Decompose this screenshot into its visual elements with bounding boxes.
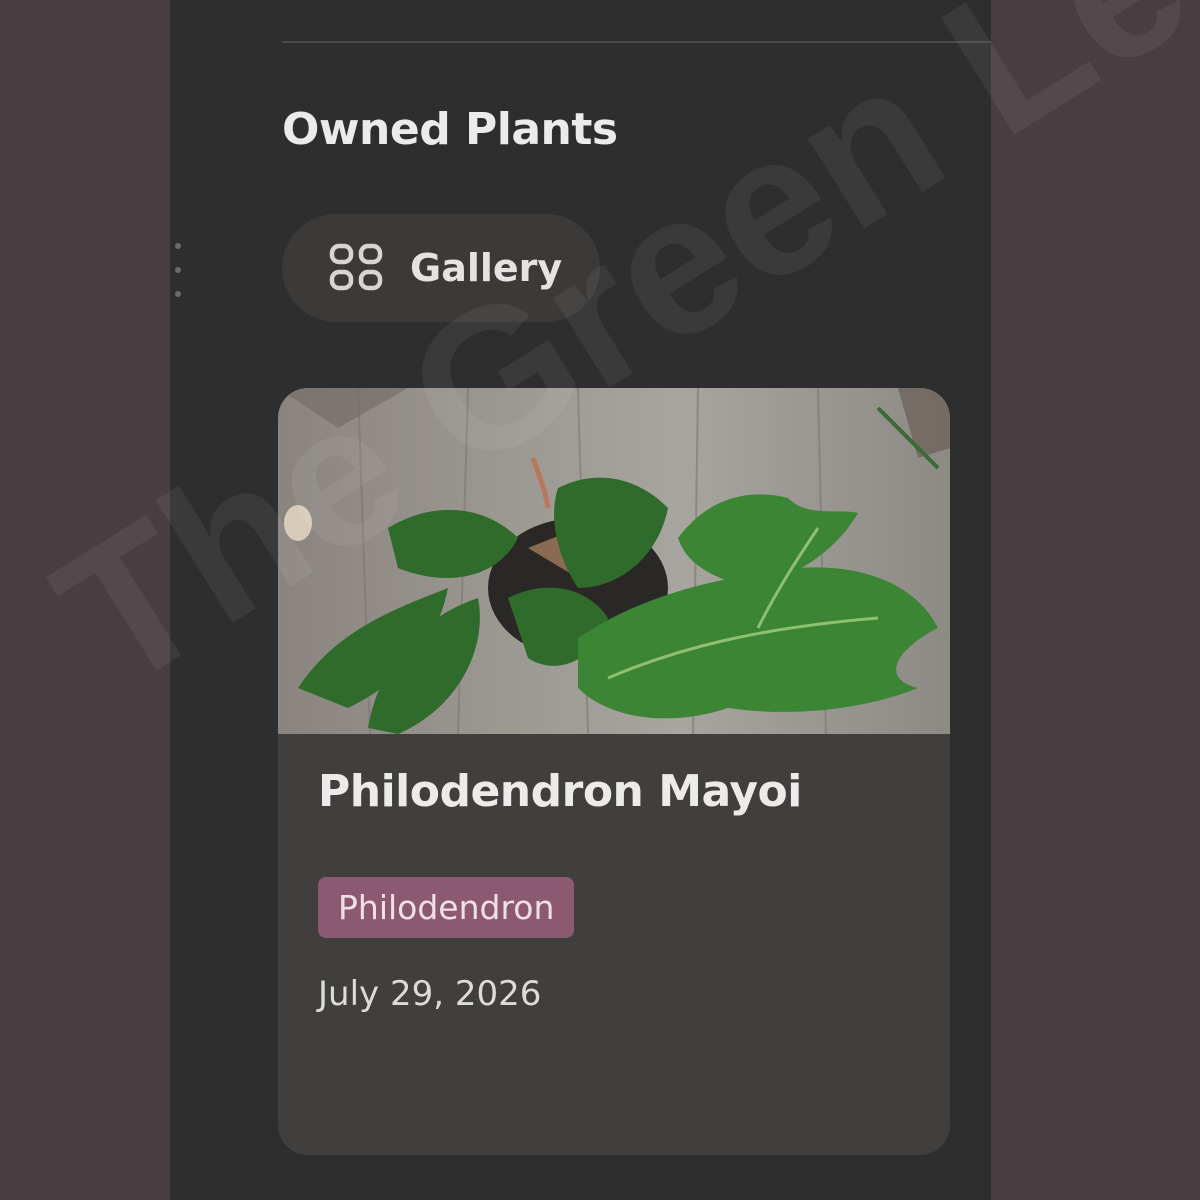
gallery-card[interactable]: Philodendron Mayoi Philodendron July 29,… <box>278 388 950 1155</box>
gallery-grid-icon <box>329 243 383 291</box>
card-title: Philodendron Mayoi <box>318 766 802 817</box>
category-tag: Philodendron <box>318 877 575 938</box>
card-date: July 29, 2026 <box>318 974 542 1014</box>
card-cover-image <box>278 388 950 734</box>
drag-handle-icon[interactable] <box>174 243 182 297</box>
database-panel: Owned Plants Gallery Philodendron Mayoi … <box>170 0 991 1200</box>
tab-gallery-view[interactable]: Gallery <box>282 214 600 322</box>
section-divider <box>282 41 991 43</box>
section-title: Owned Plants <box>282 104 618 155</box>
tab-gallery-label: Gallery <box>410 246 563 290</box>
